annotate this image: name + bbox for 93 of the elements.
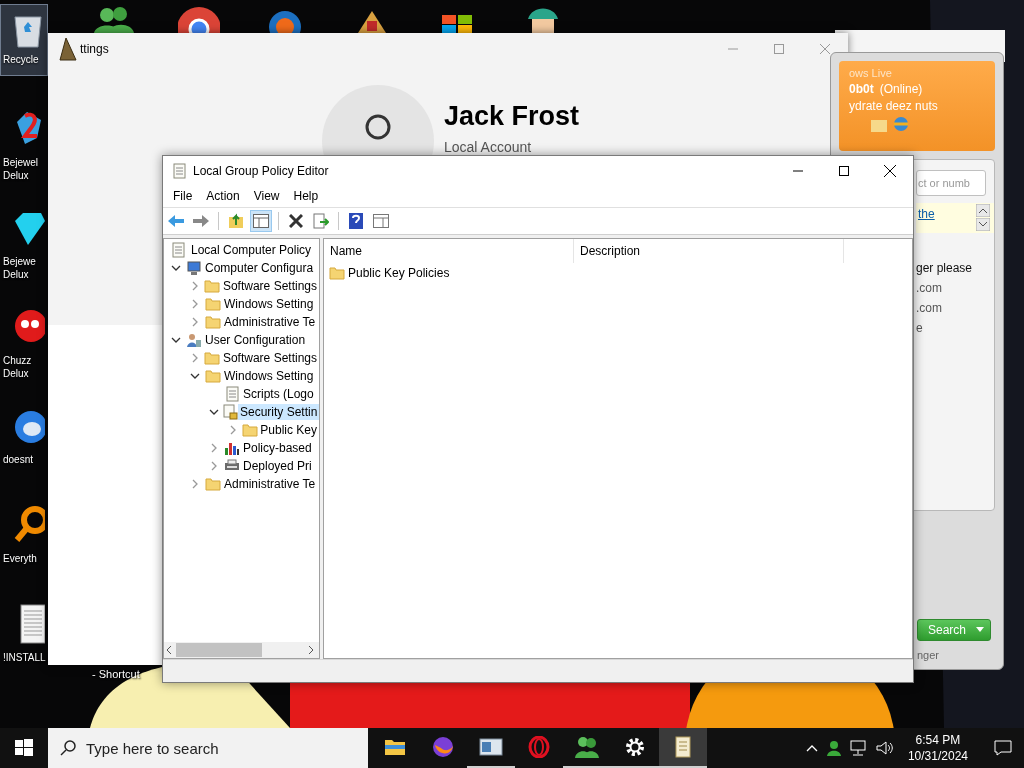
folder-icon [204,315,221,329]
icon-label[interactable]: !INSTALL [1,651,46,664]
chevron-up-icon[interactable] [805,744,818,752]
scroll-left-icon[interactable] [164,645,174,655]
icon-label[interactable]: Bejewel [1,156,39,169]
fox-globe-icon[interactable] [432,736,454,758]
folder-icon [329,266,345,280]
speech-bubble-icon[interactable] [994,740,1012,756]
search-icon [60,740,76,756]
tree-item[interactable]: Security Settin [238,404,319,420]
contact-line: .com [916,281,943,295]
scroll-icon[interactable] [673,735,693,759]
chevron-right-icon[interactable] [190,353,200,363]
scroll-up-icon[interactable] [976,204,990,217]
computer-icon [185,260,202,276]
close-icon[interactable] [884,164,896,177]
maximize-icon[interactable] [839,165,849,176]
window-title: ttings [80,42,109,56]
tree-item[interactable]: Software Settings [220,278,319,294]
people-icon[interactable] [825,740,842,756]
search-field[interactable]: Type here to search [48,728,368,768]
scroll-down-icon[interactable] [976,218,990,231]
chevron-down-icon[interactable] [171,335,181,345]
document-icon [170,242,186,258]
tree-item[interactable]: Windows Setting [222,296,319,312]
menu-item[interactable]: Action [199,189,247,203]
tree-item[interactable]: Deployed Pri [241,458,319,474]
volume-icon[interactable] [875,740,894,756]
network-icon[interactable] [849,740,868,756]
account-type: Local Account [444,139,532,155]
info-link[interactable]: the [918,207,935,221]
show-tree-button[interactable] [250,210,272,232]
chevron-down-icon[interactable] [171,263,181,273]
tree-item[interactable]: Administrative Te [222,314,319,330]
document-icon [171,162,187,179]
horizontal-scrollbar[interactable] [164,642,319,658]
contact-line: .com [916,301,943,315]
people-icon[interactable] [574,736,600,758]
tree-item[interactable]: Local Computer Policy [189,242,319,258]
people-icon [92,5,134,33]
folder-icon [203,351,220,365]
window-title: Local Group Policy Editor [193,163,329,178]
export-button[interactable] [310,210,332,232]
tree-item[interactable]: Policy-based [241,440,319,456]
windows-logo-icon[interactable] [15,739,33,757]
list-item[interactable]: Public Key Policies [348,266,450,280]
icon-label[interactable]: Delux [1,268,29,281]
folder-icon [204,369,221,383]
icon-label[interactable]: Everyth [1,552,37,565]
chevron-down-icon[interactable] [209,407,219,417]
user-name: 0b0t [849,82,874,96]
icon-label[interactable]: Recycle [1,53,39,66]
icon-label[interactable]: Delux [1,367,29,380]
bag-icon [58,36,78,62]
tree-item[interactable]: User Configuration [203,332,319,348]
footer-text: nger [917,649,941,661]
tree-item[interactable]: Windows Setting [222,368,319,384]
caret-icon[interactable] [976,627,985,633]
clock[interactable]: 6:54 PM 10/31/2024 [901,732,974,764]
tree-item[interactable]: Software Settings [220,350,319,366]
ring-icon[interactable] [528,736,550,758]
folder-icon [203,279,220,293]
folder-icon [204,477,221,491]
window-icon[interactable] [479,737,503,757]
contact-line: e [916,321,924,335]
column-header[interactable]: Name [324,239,574,263]
icon-label[interactable]: Delux [1,169,29,182]
lock-document-icon [222,404,238,420]
icon-label[interactable]: Chuzz [1,354,32,367]
scroll-right-icon[interactable] [306,645,316,655]
menu-item[interactable]: View [246,189,287,203]
menu-item[interactable]: File [166,189,200,203]
tree-item[interactable]: Administrative Te [222,476,319,492]
column-header[interactable]: Description [574,239,844,263]
contact-line: ger please [916,261,974,275]
tiles-icon [442,15,472,33]
tree-item[interactable]: Computer Configura [203,260,319,276]
chevron-down-icon[interactable] [190,371,200,381]
icon-label[interactable]: Bejewe [1,255,36,268]
header-text: ows Live [849,67,892,79]
bar-chart-icon [223,440,240,456]
folder-icon [204,297,221,311]
folder-icon[interactable] [384,737,406,757]
user-name: Jack Frost [444,101,580,132]
document-icon [223,386,240,402]
icon-label[interactable]: doesnt [1,453,34,466]
settings-icon[interactable] [624,736,646,758]
tree-item[interactable]: Public Key [258,422,319,438]
users-icon [185,332,202,348]
menu-item[interactable]: Help [286,189,326,203]
tree-item[interactable]: Scripts (Logo [241,386,319,402]
folder-icon [241,423,258,437]
icon-label[interactable]: - Shortcut [92,668,140,680]
